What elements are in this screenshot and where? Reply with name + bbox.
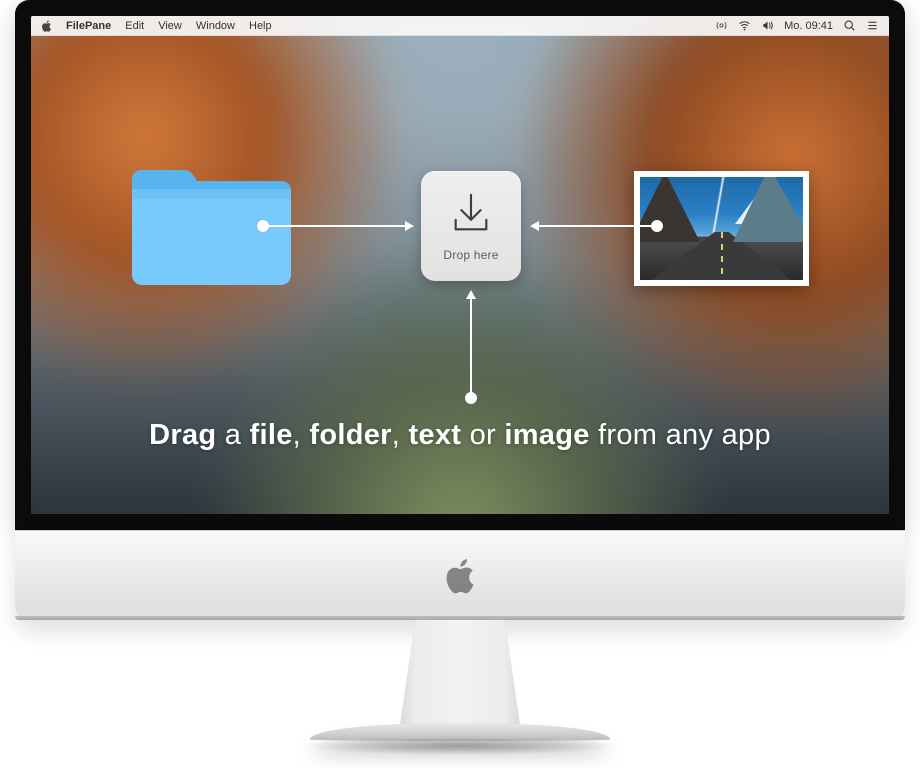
- airdrop-icon[interactable]: [715, 19, 728, 32]
- spotlight-icon[interactable]: [843, 19, 856, 32]
- connector-line: [539, 225, 651, 227]
- desktop-screen: FilePane Edit View Window Help: [31, 16, 889, 514]
- arrow-head-icon: [466, 290, 476, 299]
- drop-here-zone[interactable]: Drop here: [421, 171, 521, 281]
- promo-content: Drop here: [31, 36, 889, 514]
- connector-line: [269, 225, 405, 227]
- imac-stand-foot: [310, 723, 610, 741]
- apple-logo-icon: [445, 558, 475, 594]
- volume-icon[interactable]: [761, 19, 774, 32]
- menubar-item-edit[interactable]: Edit: [125, 20, 144, 32]
- caption-word-drag: Drag: [149, 419, 216, 451]
- screen-bezel: FilePane Edit View Window Help: [15, 0, 905, 530]
- arrow-head-icon: [530, 221, 539, 231]
- connector-node: [651, 220, 663, 232]
- menubar-item-view[interactable]: View: [158, 20, 182, 32]
- imac-mockup: FilePane Edit View Window Help: [15, 0, 905, 741]
- connector-line: [470, 298, 472, 394]
- connector-node: [257, 220, 269, 232]
- caption-word-image: image: [504, 419, 589, 451]
- caption-word-text: text: [408, 419, 461, 451]
- caption-word-folder: folder: [309, 419, 391, 451]
- macos-menubar: FilePane Edit View Window Help: [31, 16, 889, 36]
- menubar-clock[interactable]: Mo. 09:41: [784, 20, 833, 32]
- wifi-icon[interactable]: [738, 19, 751, 32]
- notification-center-icon[interactable]: [866, 19, 879, 32]
- caption-word-file: file: [250, 419, 293, 451]
- menubar-item-help[interactable]: Help: [249, 20, 272, 32]
- menubar-app-name[interactable]: FilePane: [66, 20, 111, 32]
- imac-stand-neck: [385, 620, 535, 725]
- instruction-caption: Drag a file, folder, text or image from …: [31, 419, 889, 452]
- arrow-head-icon: [405, 221, 414, 231]
- imac-chin: [15, 530, 905, 620]
- apple-menu-icon[interactable]: [41, 20, 52, 32]
- download-icon: [448, 191, 494, 242]
- dropzone-label: Drop here: [443, 248, 498, 262]
- menubar-item-window[interactable]: Window: [196, 20, 235, 32]
